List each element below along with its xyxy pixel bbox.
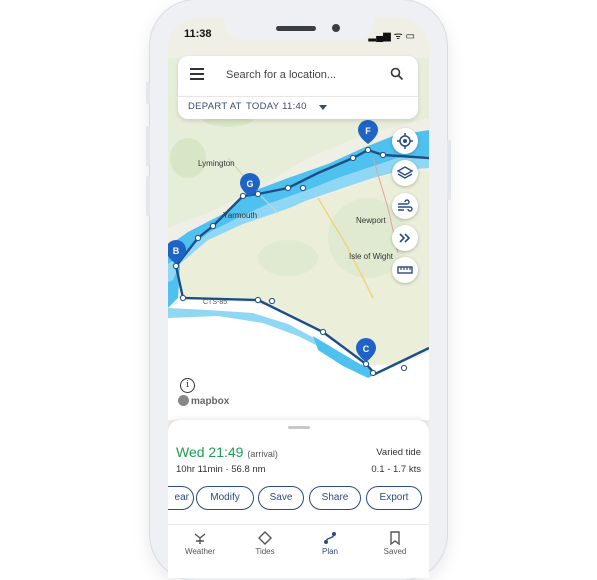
volume-up-button: [146, 126, 150, 166]
bookmark-icon: [390, 531, 400, 545]
front-camera: [332, 24, 340, 32]
app-screen: Lymington Yarmouth Newport Isle of Wight…: [168, 18, 429, 578]
status-icons: ▂▄▆ ᯤ ▭: [368, 31, 415, 42]
volume-down-button: [146, 176, 150, 216]
clear-button[interactable]: ear: [168, 486, 194, 510]
arrival-note: (arrival): [247, 449, 278, 459]
nav-plan[interactable]: Plan: [300, 531, 360, 556]
svg-text:G: G: [246, 179, 253, 189]
current-arrows-icon: [399, 233, 411, 243]
nav-weather[interactable]: Weather: [170, 531, 230, 556]
current-button[interactable]: [392, 225, 418, 251]
bottom-nav: Weather Tides Plan Saved: [168, 524, 429, 578]
route-plan-icon: [324, 532, 336, 544]
tide-range: 0.1 - 1.7 kts: [371, 464, 421, 475]
nav-saved[interactable]: Saved: [365, 531, 425, 556]
weather-icon: [194, 533, 206, 544]
share-button[interactable]: Share: [309, 486, 361, 510]
svg-text:C: C: [363, 344, 370, 354]
svg-text:F: F: [365, 126, 371, 136]
search-input[interactable]: Search for a location...: [226, 69, 336, 81]
mapbox-mark-icon: [178, 395, 189, 406]
nav-tides[interactable]: Tides: [235, 531, 295, 556]
place-yarmouth: Yarmouth: [223, 211, 257, 220]
ruler-icon: [397, 266, 413, 274]
speaker-grille: [276, 26, 316, 31]
locate-button[interactable]: [392, 128, 418, 154]
tide-label: Varied tide: [376, 447, 421, 458]
power-button: [447, 140, 451, 200]
measure-button[interactable]: [392, 257, 418, 283]
save-button[interactable]: Save: [258, 486, 304, 510]
mapbox-logo: mapbox: [178, 395, 229, 407]
export-button[interactable]: Export: [366, 486, 422, 510]
depart-time-selector[interactable]: DEPART AT TODAY 11:40: [178, 96, 418, 119]
silent-switch: [146, 82, 150, 104]
wind-icon: [398, 199, 413, 212]
place-newport: Newport: [356, 216, 387, 225]
chevron-down-icon[interactable]: [319, 105, 327, 111]
route-duration-distance: 10hr 11min · 56.8 nm: [176, 464, 266, 475]
sheet-handle[interactable]: [288, 426, 310, 429]
depart-value[interactable]: TODAY 11:40: [246, 101, 307, 112]
place-lymington: Lymington: [198, 159, 235, 168]
info-icon[interactable]: i: [180, 378, 195, 393]
wind-button[interactable]: [392, 193, 418, 219]
layers-icon: [397, 166, 413, 179]
place-isle-of-wight: Isle of Wight: [349, 252, 394, 261]
tides-diamond-icon: [258, 531, 272, 545]
search-icon[interactable]: [390, 67, 404, 81]
phone-notch: [224, 18, 374, 40]
svg-text:B: B: [173, 246, 180, 256]
route-label-cts85: CTS-85: [203, 299, 227, 306]
crosshair-icon: [397, 133, 413, 149]
arrival-time: Wed 21:49 (arrival): [176, 444, 278, 460]
layers-button[interactable]: [392, 160, 418, 186]
modify-button[interactable]: Modify: [196, 486, 254, 510]
depart-label: DEPART AT: [188, 101, 242, 112]
status-time: 11:38: [184, 28, 212, 40]
menu-icon[interactable]: [190, 68, 204, 83]
search-bar[interactable]: Search for a location...: [178, 56, 418, 96]
